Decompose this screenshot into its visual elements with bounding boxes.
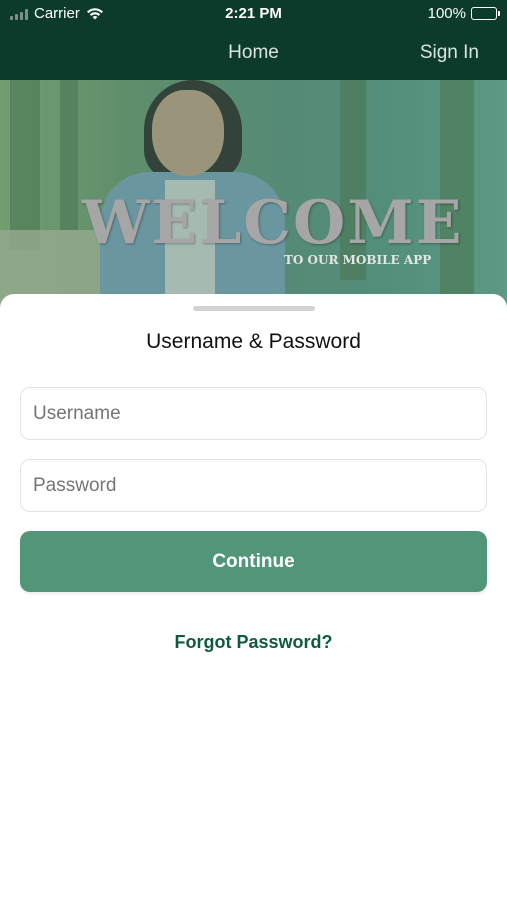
- sheet-grabber[interactable]: [193, 306, 315, 311]
- forgot-password-link[interactable]: Forgot Password?: [0, 632, 507, 653]
- welcome-subtitle: TO OUR MOBILE APP: [284, 253, 432, 267]
- continue-button[interactable]: Continue: [20, 531, 487, 592]
- login-sheet: Username & Password Continue Forgot Pass…: [0, 294, 507, 900]
- status-right: 100%: [427, 5, 500, 22]
- username-input[interactable]: [21, 388, 486, 439]
- password-field: [20, 459, 487, 512]
- sign-in-button[interactable]: Sign In: [420, 42, 479, 64]
- welcome-text: WELCOME: [82, 188, 464, 258]
- login-title: Username & Password: [146, 330, 361, 353]
- battery-percent: 100%: [427, 5, 466, 22]
- password-input[interactable]: [21, 460, 486, 511]
- status-bar: Carrier 2:21 PM 100%: [0, 0, 507, 28]
- battery-icon: [471, 7, 500, 20]
- nav-bar: Home Sign In: [0, 28, 507, 80]
- hero-banner-image: WELCOME TO OUR MOBILE APP: [0, 80, 507, 310]
- username-field: [20, 387, 487, 440]
